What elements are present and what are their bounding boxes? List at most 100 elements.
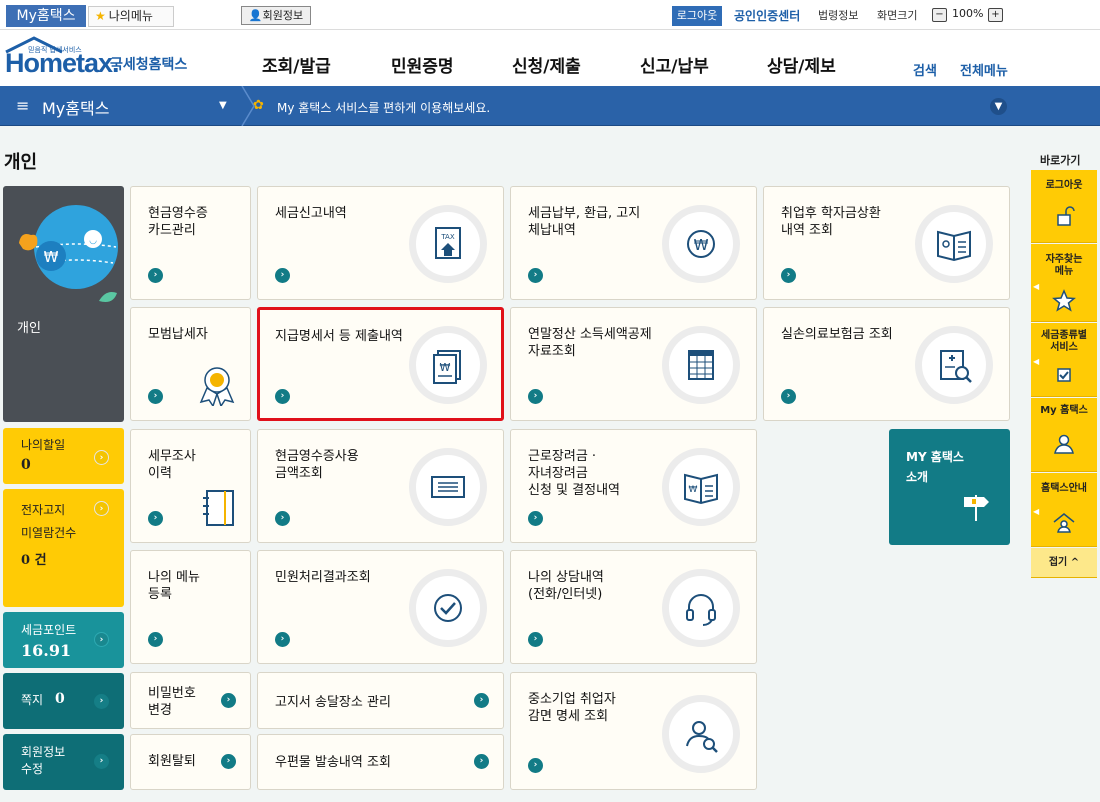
go-icon[interactable]: › bbox=[528, 511, 543, 526]
zoom-out-button[interactable]: − bbox=[932, 8, 947, 22]
headset-icon bbox=[662, 569, 740, 647]
go-icon[interactable]: › bbox=[474, 693, 489, 708]
quick-my-hometax[interactable]: My 홈택스 bbox=[1031, 398, 1097, 472]
card-label: 현금영수증 카드관리 bbox=[148, 206, 208, 238]
card-label: 현금영수증사용 금액조회 bbox=[275, 449, 359, 481]
hometax-logo[interactable]: Hometax. bbox=[5, 48, 120, 79]
go-icon[interactable]: › bbox=[275, 389, 290, 404]
my-menu-register-card[interactable]: 나의 메뉴 등록 › bbox=[130, 550, 251, 664]
quick-logout[interactable]: 로그아웃 bbox=[1031, 170, 1097, 243]
go-icon[interactable]: › bbox=[528, 268, 543, 283]
arrow-right-icon: › bbox=[94, 632, 109, 647]
go-icon[interactable]: › bbox=[275, 632, 290, 647]
go-icon[interactable]: › bbox=[528, 758, 543, 773]
consult-history-card[interactable]: 나의 상담내역 (전화/인터넷) › bbox=[510, 550, 757, 664]
card-label: 모범납세자 bbox=[148, 327, 208, 342]
cert-center-link[interactable]: 공인인증센터 bbox=[734, 7, 800, 24]
my-hometax-intro-card[interactable]: MY 홈택스 소개 bbox=[889, 429, 1010, 545]
my-hometax-tab[interactable]: My홈택스 bbox=[6, 5, 86, 27]
sme-tax-card[interactable]: 중소기업 취업자 감면 명세 조회 › bbox=[510, 672, 757, 790]
points-label: 세금포인트 bbox=[21, 623, 77, 637]
zoom-level: 100% bbox=[952, 7, 984, 20]
bill-place-card[interactable]: 고지서 송달장소 관리 › bbox=[257, 672, 504, 729]
card-label: 실손의료보험금 조회 bbox=[781, 327, 893, 342]
go-icon[interactable]: › bbox=[148, 511, 163, 526]
notice-card[interactable]: 전자고지 미열람건수 0 건 › bbox=[3, 489, 124, 607]
svg-text:₩: ₩ bbox=[694, 236, 709, 254]
insurance-card[interactable]: 실손의료보험금 조회 › bbox=[763, 307, 1010, 421]
quick-hometax-guide[interactable]: ◀ 홈택스안내 bbox=[1031, 473, 1097, 547]
year-end-card[interactable]: 연말정산 소득세액공제 자료조회 › bbox=[510, 307, 757, 421]
card-label: 근로장려금 · 자녀장려금 신청 및 결정내역 bbox=[528, 449, 620, 498]
card-label: 중소기업 취업자 감면 명세 조회 bbox=[528, 692, 616, 724]
quick-favorite-menu[interactable]: ◀ 자주찾는 메뉴 bbox=[1031, 244, 1097, 322]
chevron-down-icon[interactable]: ▼ bbox=[990, 98, 1007, 115]
nav-certificate[interactable]: 민원증명 bbox=[391, 52, 454, 77]
card-label: 민원처리결과조회 bbox=[275, 570, 371, 585]
go-icon[interactable]: › bbox=[474, 754, 489, 769]
message-card[interactable]: 쪽지 0 › bbox=[3, 673, 124, 729]
tax-report-card[interactable]: 세금신고내역 › TAX bbox=[257, 186, 504, 300]
cash-usage-card[interactable]: 현금영수증사용 금액조회 › bbox=[257, 429, 504, 543]
my-menu-tab[interactable]: ★ 나의메뉴 bbox=[88, 6, 174, 27]
zoom-in-button[interactable]: + bbox=[988, 8, 1003, 22]
go-icon[interactable]: › bbox=[221, 693, 236, 708]
message-count: 0 bbox=[55, 691, 65, 707]
go-icon[interactable]: › bbox=[275, 511, 290, 526]
nav-consult[interactable]: 상담/제보 bbox=[767, 52, 836, 77]
eitc-card[interactable]: 근로장려금 · 자녀장려금 신청 및 결정내역 › ₩ bbox=[510, 429, 757, 543]
medical-search-icon bbox=[915, 326, 993, 404]
withdraw-card[interactable]: 회원탈퇴 › bbox=[130, 734, 251, 790]
go-icon[interactable]: › bbox=[275, 268, 290, 283]
nav-inquiry[interactable]: 조회/발급 bbox=[262, 52, 331, 77]
go-icon[interactable]: › bbox=[221, 754, 236, 769]
fold-label: 접기 ^ bbox=[1048, 557, 1080, 568]
go-icon[interactable]: › bbox=[781, 268, 796, 283]
sub-nav-title[interactable]: My홈택스 bbox=[42, 95, 109, 119]
quick-fold-button[interactable]: 접기 ^ bbox=[1031, 548, 1097, 578]
go-icon[interactable]: › bbox=[528, 632, 543, 647]
todo-label: 나의할일 bbox=[21, 438, 66, 452]
won-book-icon: ₩ bbox=[662, 448, 740, 526]
intro-label: MY 홈택스 소개 bbox=[906, 450, 964, 484]
card-label: 세무조사 이력 bbox=[148, 449, 196, 481]
go-icon[interactable]: › bbox=[528, 389, 543, 404]
quick-label: 세금종류별 서비스 bbox=[1041, 330, 1087, 353]
model-taxpayer-card[interactable]: 모범납세자 › bbox=[130, 307, 251, 421]
checkbox-icon bbox=[1057, 368, 1071, 382]
tax-audit-card[interactable]: 세무조사 이력 › bbox=[130, 429, 251, 543]
change-password-card[interactable]: 비밀번호 변경 › bbox=[130, 672, 251, 729]
profile-card[interactable]: ₩ ◡ 개인 bbox=[3, 186, 124, 422]
todo-card[interactable]: 나의할일 0 › bbox=[3, 428, 124, 484]
mail-history-card[interactable]: 우편물 발송내역 조회 › bbox=[257, 734, 504, 790]
payment-statement-card[interactable]: 지급명세서 등 제출내역 › ₩ bbox=[257, 307, 504, 421]
tax-points-card[interactable]: 세금포인트 16.91 › bbox=[3, 612, 124, 668]
quick-label: My 홈택스 bbox=[1040, 405, 1088, 416]
svg-text:₩: ₩ bbox=[440, 361, 451, 374]
menu-icon[interactable]: ≡ bbox=[16, 96, 29, 115]
quick-tax-type-service[interactable]: ◀ 세금종류별 서비스 bbox=[1031, 323, 1097, 397]
notebook-icon bbox=[203, 490, 234, 526]
card-label: 고지서 송달장소 관리 bbox=[275, 695, 391, 710]
search-link[interactable]: 검색 bbox=[913, 60, 937, 79]
all-menu-link[interactable]: 전체메뉴 bbox=[960, 60, 1008, 79]
law-info-link[interactable]: 법령정보 bbox=[818, 7, 858, 23]
go-icon[interactable]: › bbox=[148, 389, 163, 404]
card-label: 나의 상담내역 (전화/인터넷) bbox=[528, 570, 604, 602]
quick-links-title: 바로가기 bbox=[1040, 154, 1081, 167]
cash-receipt-card[interactable]: 현금영수증 카드관리 › bbox=[130, 186, 251, 300]
tax-payment-card[interactable]: 세금납부, 환급, 고지 체납내역 › ₩ bbox=[510, 186, 757, 300]
signpost-icon bbox=[964, 495, 989, 521]
go-icon[interactable]: › bbox=[781, 389, 796, 404]
student-loan-card[interactable]: 취업후 학자금상환 내역 조회 › bbox=[763, 186, 1010, 300]
nav-application[interactable]: 신청/제출 bbox=[512, 52, 581, 77]
logout-button[interactable]: 로그아웃 bbox=[672, 6, 722, 26]
edit-member-card[interactable]: 회원정보 수정 › bbox=[3, 734, 124, 790]
nav-report-pay[interactable]: 신고/납부 bbox=[640, 52, 709, 77]
go-icon[interactable]: › bbox=[148, 632, 163, 647]
petition-result-card[interactable]: 민원처리결과조회 › bbox=[257, 550, 504, 664]
flower-icon: ✿ bbox=[253, 98, 264, 113]
go-icon[interactable]: › bbox=[148, 268, 163, 283]
member-info-button[interactable]: 👤회원정보 bbox=[241, 6, 311, 25]
caret-down-icon[interactable]: ▼ bbox=[219, 100, 227, 111]
